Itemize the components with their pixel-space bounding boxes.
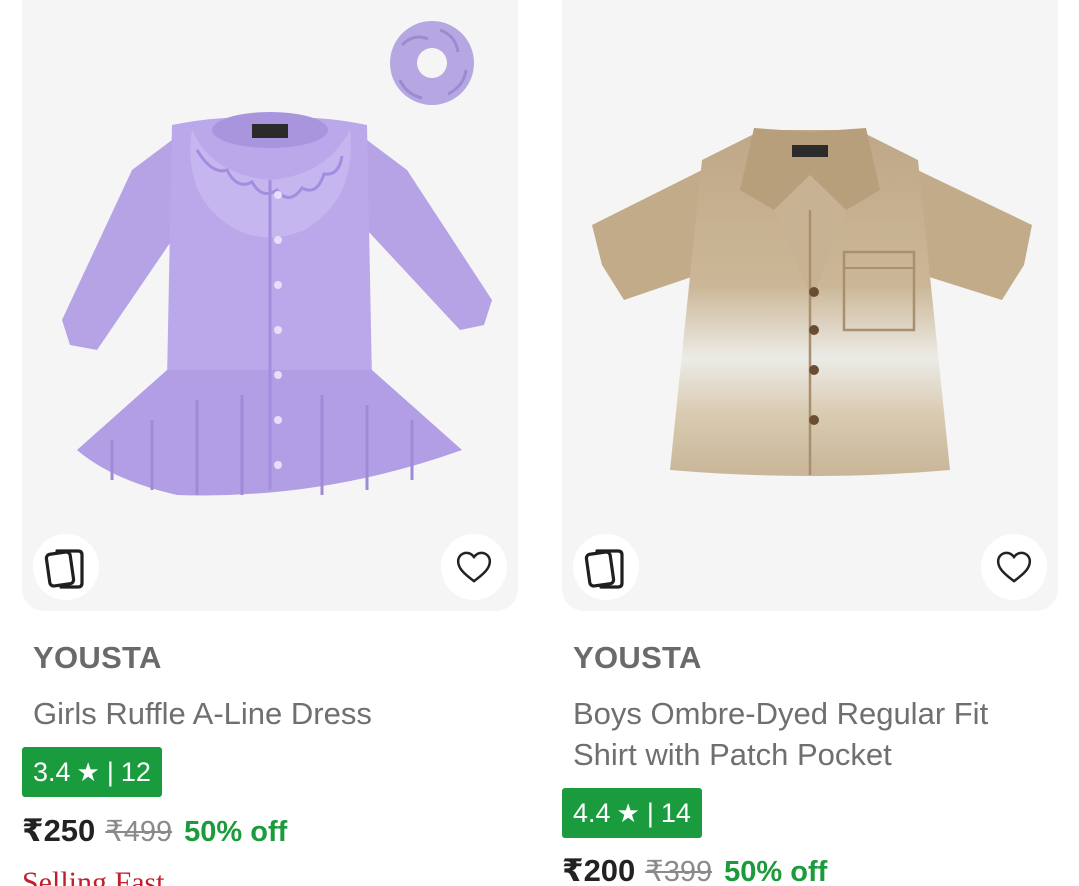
star-icon: ★ — [616, 797, 640, 828]
scrunchie-image — [390, 21, 474, 105]
similar-products-icon — [584, 549, 624, 589]
product-card[interactable]: YOUSTA Girls Ruffle A-Line Dress 3.4 ★ |… — [22, 0, 518, 886]
product-image — [62, 21, 492, 496]
discount-label: 50% off — [184, 816, 288, 848]
rating-value: 4.4 — [573, 797, 611, 828]
similar-products-button[interactable] — [33, 534, 99, 600]
similar-products-icon — [44, 549, 84, 589]
wishlist-button[interactable] — [981, 534, 1047, 600]
price-row: ₹200 ₹399 50% off — [562, 853, 827, 886]
product-image-area[interactable] — [22, 0, 518, 611]
brand-name: YOUSTA — [573, 640, 702, 675]
rating-count: 14 — [660, 797, 691, 828]
product-image — [592, 128, 1032, 476]
original-price: ₹499 — [105, 816, 173, 848]
selling-fast-tag: Selling Fast — [22, 866, 165, 886]
original-price: ₹399 — [645, 856, 713, 886]
brand-name: YOUSTA — [33, 640, 162, 675]
shirt-image — [592, 128, 1032, 476]
product-title[interactable]: Boys Ombre-Dyed Regular Fit Shirt with P… — [573, 693, 1053, 775]
wishlist-button[interactable] — [441, 534, 507, 600]
product-title[interactable]: Girls Ruffle A-Line Dress — [33, 693, 513, 734]
star-icon: ★ — [76, 756, 100, 787]
rating-badge: 4.4 ★ | 14 — [562, 788, 702, 838]
product-card[interactable]: YOUSTA Boys Ombre-Dyed Regular Fit Shirt… — [562, 0, 1058, 886]
similar-products-button[interactable] — [573, 534, 639, 600]
rating-separator: | — [106, 756, 114, 787]
rating-count: 12 — [120, 756, 151, 787]
heart-icon — [456, 551, 492, 583]
selling-price: ₹250 — [22, 813, 96, 848]
selling-price: ₹200 — [562, 853, 636, 886]
rating-badge: 3.4 ★ | 12 — [22, 747, 162, 797]
rating-separator: | — [646, 797, 654, 828]
rating-value: 3.4 — [33, 756, 71, 787]
heart-icon — [996, 551, 1032, 583]
discount-label: 50% off — [724, 856, 828, 886]
price-row: ₹250 ₹499 50% off — [22, 813, 287, 849]
product-image-area[interactable] — [562, 0, 1058, 611]
dress-image — [62, 112, 492, 496]
